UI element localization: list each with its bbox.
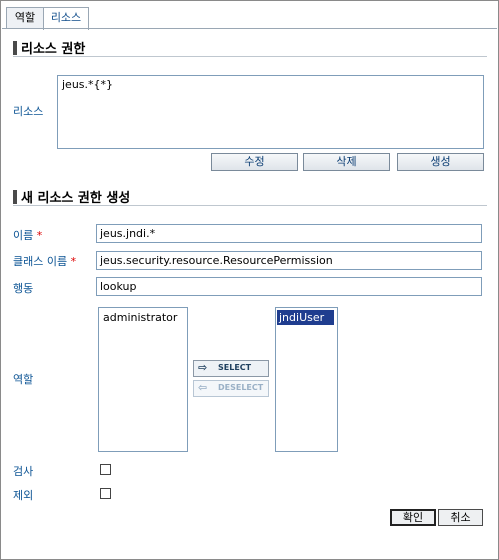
section-divider <box>13 56 487 57</box>
class-name-label: 클래스 이름 * <box>13 253 76 269</box>
tab-bar: 역할 리소스 <box>2 2 497 30</box>
exclude-label: 제외 <box>13 489 34 502</box>
resource-permission-heading: 리소스 권한 <box>13 38 85 57</box>
name-label-text: 이름 <box>13 229 34 242</box>
heading-bar <box>13 190 17 204</box>
resource-list[interactable]: jeus.*{*} <box>57 75 484 149</box>
tab-resources[interactable]: 리소스 <box>43 7 89 30</box>
selected-roles-list[interactable]: jndiUser <box>275 307 338 452</box>
audit-checkbox[interactable] <box>100 464 111 475</box>
available-role-item[interactable]: administrator <box>101 310 179 325</box>
available-roles-list[interactable]: administrator <box>98 307 188 452</box>
arrow-left-icon: ⇦ <box>198 381 208 394</box>
section-divider <box>13 205 487 206</box>
name-input[interactable]: jeus.jndi.* <box>96 224 482 243</box>
cancel-button[interactable]: 취소 <box>438 509 483 526</box>
audit-label: 검사 <box>13 465 34 478</box>
selected-role-item[interactable]: jndiUser <box>277 310 334 325</box>
edit-button[interactable]: 수정 <box>211 153 298 171</box>
tab-divider <box>2 28 497 29</box>
deselect-button[interactable]: ⇦ DESELECT <box>193 380 269 397</box>
required-mark: * <box>70 255 77 268</box>
heading-bar <box>13 41 17 55</box>
required-mark: * <box>36 229 43 242</box>
create-button[interactable]: 생성 <box>397 153 484 171</box>
delete-button[interactable]: 삭제 <box>303 153 390 171</box>
class-label-text: 클래스 이름 <box>13 255 68 268</box>
resource-permission-title: 리소스 권한 <box>21 42 86 57</box>
new-permission-title: 새 리소스 권한 생성 <box>21 191 131 206</box>
arrow-right-icon: ⇨ <box>198 361 208 374</box>
ok-button[interactable]: 확인 <box>390 509 436 526</box>
select-button[interactable]: ⇨ SELECT <box>193 360 269 377</box>
resource-label: 리소스 <box>13 105 44 118</box>
action-label: 행동 <box>13 282 34 295</box>
select-button-label: SELECT <box>218 363 252 372</box>
deselect-button-label: DESELECT <box>218 383 264 392</box>
new-permission-heading: 새 리소스 권한 생성 <box>13 187 130 206</box>
tab-roles[interactable]: 역할 <box>6 7 44 29</box>
name-label: 이름 * <box>13 227 42 243</box>
class-name-input[interactable]: jeus.security.resource.ResourcePermissio… <box>96 251 482 270</box>
dialog-frame: 역할 리소스 리소스 권한 리소스 jeus.*{*} 수정 삭제 생성 새 리… <box>0 0 499 560</box>
exclude-checkbox[interactable] <box>100 488 111 499</box>
class-input-value: jeus.security.resource.ResourcePermissio… <box>100 254 333 267</box>
action-input-value: lookup <box>100 280 137 293</box>
role-label: 역할 <box>13 373 34 386</box>
resource-list-item[interactable]: jeus.*{*} <box>60 77 115 92</box>
action-input[interactable]: lookup <box>96 277 482 296</box>
name-input-value: jeus.jndi.* <box>100 227 156 240</box>
